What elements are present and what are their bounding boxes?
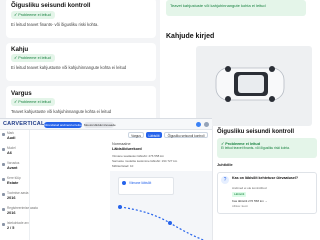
- check-icon: ✓: [14, 56, 18, 60]
- account-icon[interactable]: [196, 122, 201, 127]
- damage-records-heading: Kahjude kirjed: [166, 33, 215, 40]
- calendar-icon: [2, 192, 5, 196]
- ok-description: Ei leitud teavet finants- või õigusliku …: [221, 146, 290, 150]
- mileage-tag: Läbisõit: [232, 192, 247, 197]
- pill-overview[interactable]: Mootorsõiduki ülevaade: [84, 121, 116, 128]
- question-icon: ?: [221, 176, 229, 184]
- card-title: Kahju: [11, 46, 29, 53]
- legal-check-screen: Õigusliku seisundi kontroll ✓ Probleeme …: [212, 126, 320, 240]
- damage-card[interactable]: Kahju ✓Probleeme ei leitud Ei leitud tea…: [6, 43, 156, 81]
- question-card[interactable]: ? Kas on läbisõit kehtetuse ülevaatusel?…: [217, 172, 317, 214]
- make-icon: [2, 132, 5, 136]
- no-damage-banner: Teavet kahjustuste või kahjuhinnangute k…: [166, 0, 306, 16]
- route-line: [118, 205, 206, 240]
- card-description: Ei leitud teavet finants- või õigusliku …: [11, 22, 99, 27]
- source-text: Allikas: Eesti: [232, 204, 248, 208]
- seat-icon: [2, 222, 5, 226]
- check-icon: ✓: [14, 100, 18, 104]
- mileage-map[interactable]: Viimane läbisõit: [110, 171, 212, 240]
- trim-icon: [2, 162, 5, 166]
- section-heading: Juhtidile: [217, 163, 233, 167]
- mileage-panel: Normaalne Läbisõidurekord Viimane teadao…: [110, 141, 210, 171]
- sidebar-item-reg-year: Registreerimise aasta 2016: [2, 206, 38, 215]
- sidebar-item-year: Tootmise aasta 2016: [2, 191, 29, 200]
- tab-theft[interactable]: Vargus: [128, 132, 144, 138]
- card-title: Vargus: [11, 90, 32, 97]
- card-description: Ei leitud teavet kahjustuste või kahjuhi…: [11, 65, 127, 70]
- vehicle-sidebar: Mark Audi Mudel A6 Varustus Avant Kere tüüp…: [0, 130, 38, 240]
- menu-icon[interactable]: [204, 122, 209, 127]
- panel-line: Sarnaste mudelite keskmine läbisõit: 194…: [112, 159, 178, 163]
- panel-line: Mõõteriistad: 10: [112, 164, 134, 168]
- sidebar-item-body: Kere tüüp Estate: [2, 176, 29, 185]
- body-icon: [2, 177, 5, 181]
- tab-mileage[interactable]: Läbisõit: [146, 132, 162, 138]
- check-icon: ✓: [14, 13, 18, 17]
- carvertical-logo[interactable]: CARVERTICAL: [3, 121, 45, 127]
- sidebar-item-trim: Varustus Avant: [2, 161, 29, 170]
- question-meta: Andmed ei ole kontrollitud: [232, 186, 267, 190]
- calendar-icon: [2, 207, 5, 211]
- question-title: Kas on läbisõit kehtetuse ülevaatusel?: [232, 176, 299, 180]
- status-label: Normaalne: [112, 142, 131, 146]
- left-phone-screen: Õigusliku seisundi kontroll ✓Probleeme e…: [0, 0, 160, 118]
- report-app: CARVERTICAL Kiirendatud andmeid ei leitu…: [0, 118, 212, 240]
- ok-badge: ✓Probleeme ei leitud: [11, 54, 55, 62]
- panel-subtitle: Läbisõidurekord: [112, 147, 142, 151]
- panel-line: Viimane teadaolev läbisõit: 276 558 km: [112, 154, 165, 158]
- damage-diagram[interactable]: [196, 46, 312, 126]
- top-bar: CARVERTICAL Kiirendatud andmeid ei leitu…: [0, 119, 212, 130]
- card-title: Õigusliku seisundi kontroll: [11, 2, 91, 9]
- ok-badge: ✓Probleeme ei leitud: [11, 11, 55, 19]
- theft-card[interactable]: Vargus ✓Probleeme ei leitud Teavet kahju…: [6, 86, 156, 118]
- right-phone-screen: Teavet kahjustuste või kahjuhinnangute k…: [160, 0, 320, 126]
- pill-data[interactable]: Kiirendatud andmeid ei leitud: [44, 121, 83, 128]
- answer-link[interactable]: Kas läbisõit 276 558 km →: [232, 199, 268, 203]
- legal-check-card[interactable]: Õigusliku seisundi kontroll ✓Probleeme e…: [6, 0, 156, 38]
- sidebar-item-make: Mark Audi: [2, 131, 29, 140]
- ok-badge: ✓Probleeme ei leitud: [11, 98, 55, 106]
- ok-banner: ✓ Probleeme ei leitud Ei leitud teavet f…: [217, 138, 317, 158]
- tab-legal-check[interactable]: Õigusliku seisundi kontroll: [164, 132, 208, 138]
- screen-title: Õigusliku seisundi kontroll: [217, 129, 295, 135]
- sidebar-item-model: Mudel A6: [2, 146, 29, 155]
- card-description: Teavet kahjustuste või kahjuhinnangute k…: [11, 109, 112, 114]
- car-top-view-icon: [215, 66, 285, 102]
- model-icon: [2, 147, 5, 151]
- sidebar-item-seats: Istekohtade arv 2 / 5: [2, 221, 29, 230]
